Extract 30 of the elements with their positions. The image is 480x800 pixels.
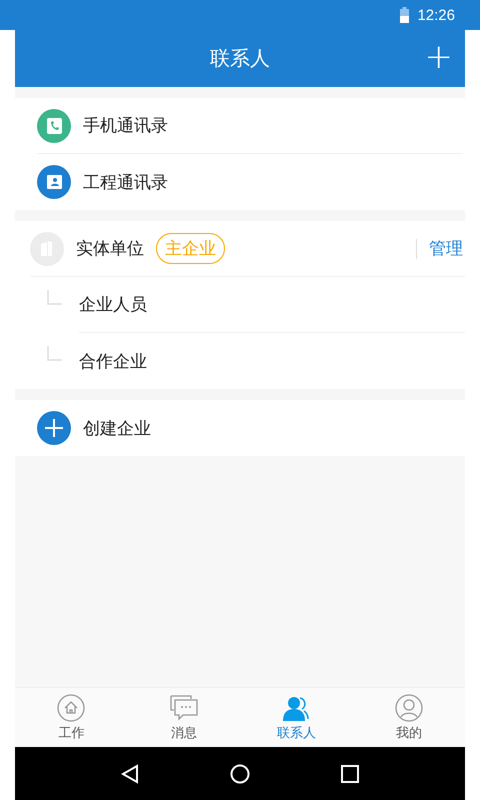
home-circle-icon[interactable] [230,764,250,784]
status-time: 12:26 [417,6,455,24]
tab[interactable]: 我的 [352,688,465,747]
create-label: 创建企业 [83,418,151,440]
enterprise-name: 实体单位 [76,238,144,260]
contact-card-icon [37,165,71,199]
tab[interactable]: 工作 [15,688,128,747]
tree-branch-icon [47,290,62,304]
tab[interactable]: 消息 [128,688,240,747]
tab[interactable]: 联系人 [240,688,352,747]
battery-icon [400,7,410,23]
directory-item[interactable]: 手机通讯录 [37,98,463,154]
profile-icon [394,694,423,722]
plus-circle-icon [37,411,71,445]
home-icon [57,694,86,722]
back-icon[interactable] [120,764,139,784]
main-enterprise-tag: 主企业 [156,233,225,264]
directory-item[interactable]: 工程通讯录 [37,154,463,210]
create-enterprise-item[interactable]: 创建企业 [37,400,463,456]
manage-link[interactable]: 管理 [429,237,463,260]
directory-label: 手机通讯录 [83,115,168,137]
add-button[interactable]: + [420,40,457,74]
subitem-label: 合作企业 [79,350,148,374]
phone-book-icon [37,108,71,142]
recents-icon[interactable] [341,764,360,782]
directory-label: 工程通讯录 [83,172,168,194]
enterprise-subitem[interactable]: 合作企业 [15,333,465,389]
tree-branch-icon [47,346,62,360]
page-title: 联系人 [210,45,270,72]
chat-icon [168,694,199,722]
